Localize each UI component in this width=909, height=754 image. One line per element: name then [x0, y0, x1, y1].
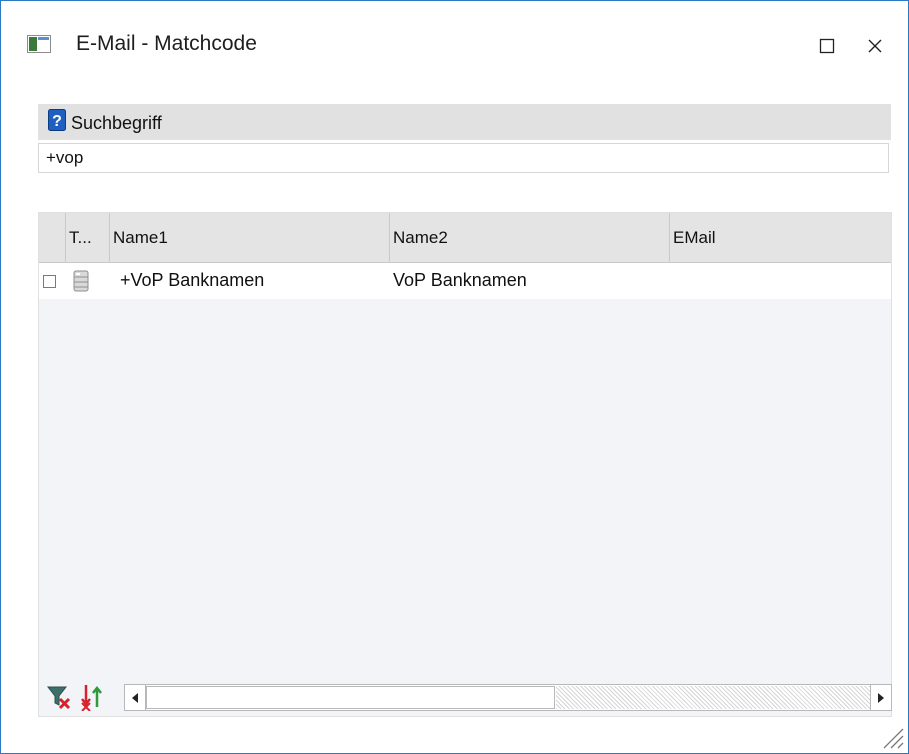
grid-toolbar [38, 678, 892, 717]
maximize-button[interactable] [804, 23, 850, 69]
grid-header: T... Name1 Name2 EMail [39, 213, 891, 263]
column-header-name1-label: Name1 [113, 228, 168, 247]
table-row[interactable]: +VoP Banknamen VoP Banknamen [39, 263, 891, 299]
scroll-right-button[interactable] [870, 685, 891, 710]
sort-clear-icon[interactable] [80, 683, 106, 711]
column-header-select[interactable] [39, 213, 66, 262]
matchcode-window: E-Mail - Matchcode ? Suchbegriff T... Na… [0, 0, 909, 754]
scroll-right-icon [878, 692, 884, 703]
cell-name2: VoP Banknamen [393, 270, 527, 290]
window-app-icon [27, 35, 51, 53]
row-checkbox[interactable] [43, 275, 56, 288]
cell-name1: +VoP Banknamen [120, 270, 265, 290]
filter-clear-icon[interactable] [46, 683, 72, 711]
title-bar[interactable]: E-Mail - Matchcode [1, 1, 908, 89]
window-title: E-Mail - Matchcode [76, 32, 257, 55]
horizontal-scrollbar[interactable] [124, 684, 892, 711]
help-question-icon[interactable]: ? [48, 109, 66, 131]
scroll-thumb[interactable] [146, 686, 555, 709]
resize-grip-icon[interactable] [874, 719, 904, 749]
scroll-track[interactable] [556, 686, 871, 709]
scroll-left-icon [132, 692, 138, 703]
column-header-email[interactable]: EMail [670, 213, 891, 262]
column-header-email-label: EMail [673, 228, 716, 247]
maximize-icon [819, 38, 835, 54]
results-grid: T... Name1 Name2 EMail +VoP Banknamen Vo… [38, 212, 892, 717]
column-header-name2[interactable]: Name2 [390, 213, 670, 262]
column-header-name2-label: Name2 [393, 228, 448, 247]
search-label: Suchbegriff [71, 113, 162, 133]
column-header-name1[interactable]: Name1 [110, 213, 390, 262]
close-icon [868, 39, 882, 53]
close-button[interactable] [852, 23, 898, 69]
scroll-left-button[interactable] [125, 685, 146, 710]
column-header-type[interactable]: T... [66, 213, 110, 262]
database-icon [73, 270, 89, 292]
search-section-header: ? Suchbegriff [38, 104, 891, 140]
svg-text:?: ? [52, 113, 62, 130]
search-input[interactable] [38, 143, 889, 173]
